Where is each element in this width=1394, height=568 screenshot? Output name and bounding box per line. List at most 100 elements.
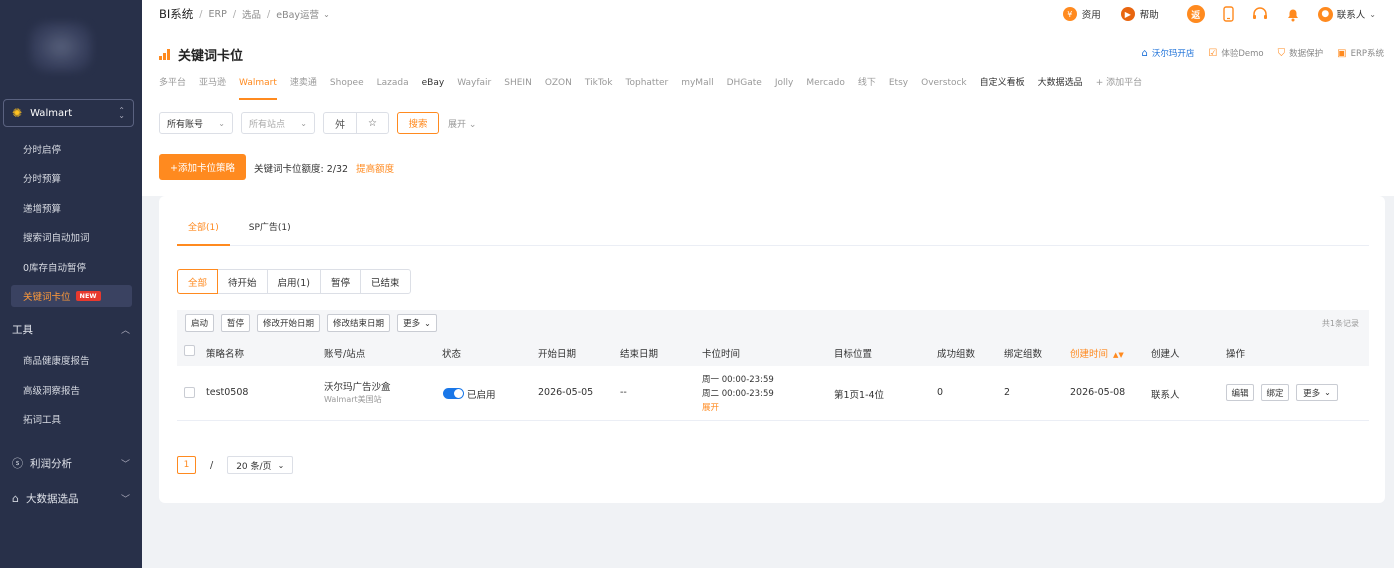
status-paused[interactable]: 暂停 [320,269,362,294]
table-header: 策略名称 账号/站点 状态 开始日期 结束日期 卡位时间 目标位置 成功组数 绑… [177,336,1369,366]
account-select[interactable]: 所有账号 ⌄ [159,112,233,134]
tab-dhgate[interactable]: DHGate [727,74,762,100]
tab-tiktok[interactable]: TikTok [585,74,613,100]
status-enabled[interactable]: 启用(1) [266,269,321,294]
tab-multi-platform[interactable]: 多平台 [159,74,186,100]
breadcrumb-selection[interactable]: 选品 [242,7,261,21]
sidebar-item-zero-stock-pause[interactable]: 0库存自动暂停 [11,256,132,278]
walmart-open-store-link[interactable]: ⌂ 沃尔玛开店 [1142,47,1195,60]
more-button[interactable]: 更多 ⌄ [397,314,437,332]
user-menu[interactable]: ● 联系人 ⌄ [1317,6,1376,22]
header-links: ⌂ 沃尔玛开店 ☑ 体验Demo ⛉ 数据保护 ▣ ERP系统 [1128,47,1384,60]
bind-button[interactable]: 绑定 [1261,384,1289,401]
col-target: 目标位置 [834,349,873,360]
chevron-down-icon: ⌄ [468,120,477,130]
start-button[interactable]: 启动 [185,314,215,332]
ad-type-tabs: 全部(1) SP广告(1) [177,214,1369,246]
tab-custom-board[interactable]: 自定义看板 [980,74,1025,100]
sidebar-item-keyword-tool[interactable]: 拓词工具 [11,408,132,430]
edit-end-date-button[interactable]: 修改结束日期 [327,314,391,332]
store-select[interactable]: ✺ Walmart ⌃ ⌄ [3,99,134,127]
phone-icon[interactable] [1223,6,1234,22]
tab-lazada[interactable]: Lazada [377,74,409,100]
rebate-button[interactable]: 返 [1186,5,1205,23]
erp-system-link[interactable]: ▣ ERP系统 [1337,47,1384,60]
search-button[interactable]: 搜索 [397,112,439,134]
sidebar-item-search-term-auto-add[interactable]: 搜索词自动加词 [11,226,132,248]
help-label: 帮助 [1139,10,1159,21]
tab-overstock[interactable]: Overstock [921,74,967,100]
tab-shein[interactable]: SHEIN [504,74,532,100]
select-all-checkbox[interactable] [184,345,195,356]
breadcrumb-erp[interactable]: ERP [208,9,226,20]
tab-jolly[interactable]: Jolly [775,74,794,100]
add-button-label: +添加卡位策略 [170,163,235,174]
pause-button[interactable]: 暂停 [221,314,251,332]
sidebar-item-insight-report[interactable]: 高级洞察报告 [11,379,132,401]
chevron-down-icon[interactable]: ⌄ [323,10,330,19]
strategy-card: 全部(1) SP广告(1) 全部 待开始 启用(1) 暂停 已结束 启动 暂停 … [159,196,1385,503]
sidebar-group-profit[interactable]: ⓢ 利润分析 ﹀ [0,451,142,475]
col-status: 状态 [442,349,462,360]
tab-mymall[interactable]: myMall [681,74,713,100]
breadcrumb-root[interactable]: BI系统 [159,6,193,22]
sidebar-item-timed-start-stop[interactable]: 分时启停 [11,138,132,160]
bag-icon: ⌂ [12,491,19,505]
site-select[interactable]: 所有站点 ⌄ [241,112,315,134]
tab-sp-ads[interactable]: SP广告(1) [238,214,302,246]
rebate-icon: 返 [1186,5,1205,23]
bell-icon[interactable] [1286,7,1300,22]
edit-button[interactable]: 编辑 [1226,384,1254,401]
headset-icon[interactable] [1252,6,1268,22]
tab-etsy[interactable]: Etsy [889,74,908,100]
sidebar-item-timed-budget[interactable]: 分时预算 [11,167,132,189]
page-number[interactable]: 1 [177,456,196,474]
status-ended[interactable]: 已结束 [360,269,411,294]
tab-bigdata-selection[interactable]: 大数据选品 [1038,74,1083,100]
raise-quota-link[interactable]: 提高额度 [356,164,394,175]
row-checkbox[interactable] [184,387,195,398]
breadcrumb-ebay[interactable]: eBay运营 [276,7,319,21]
sidebar-item-health-report[interactable]: 商品健康度报告 [11,349,132,371]
status-toggle[interactable] [443,388,464,399]
tab-walmart[interactable]: Walmart [239,74,277,100]
row-more-button[interactable]: 更多 ⌄ [1296,384,1338,401]
sidebar-item-label: 0库存自动暂停 [23,263,87,274]
add-platform-button[interactable]: + 添加平台 [1096,74,1142,100]
tab-shopee[interactable]: Shopee [330,74,364,100]
sidebar-group-tools[interactable]: 工具 ︿ [0,317,142,341]
tab-amazon[interactable]: 亚马逊 [199,74,226,100]
sidebar-group-bigdata[interactable]: ⌂ 大数据选品 ﹀ [0,486,142,510]
slot-time-expand-link[interactable]: 展开 [702,401,719,413]
status-pending[interactable]: 待开始 [217,269,268,294]
col-created-label: 创建时间 [1070,349,1109,360]
page-size-select[interactable]: 20 条/页 ⌄ [227,456,294,474]
expand-filters-button[interactable]: 展开 ⌄ [448,117,476,130]
edit-start-date-button[interactable]: 修改开始日期 [257,314,321,332]
sidebar-group-label: 大数据选品 [25,492,79,505]
fee-button[interactable]: ¥ 资用 [1062,7,1101,21]
tab-offline[interactable]: 线下 [858,74,876,100]
tab-tophatter[interactable]: Tophatter [626,74,669,100]
tab-wayfair[interactable]: Wayfair [457,74,491,100]
slot-time-2: 周二 00:00-23:59 [702,389,774,399]
tab-ozon[interactable]: OZON [545,74,572,100]
new-badge: NEW [75,291,101,301]
tab-mercado[interactable]: Mercado [806,74,845,100]
col-success: 成功组数 [937,349,976,360]
fee-label: 资用 [1081,10,1101,21]
sidebar-item-incremental-budget[interactable]: 递增预算 [11,197,132,219]
demo-link[interactable]: ☑ 体验Demo [1208,47,1263,60]
chevron-down-icon: ⌄ [1369,9,1376,19]
help-button[interactable]: ▶ 帮助 [1120,7,1159,21]
status-all[interactable]: 全部 [177,269,219,294]
tab-ebay[interactable]: eBay [422,74,445,100]
shop-view-icon[interactable]: ⾇ [324,113,356,133]
add-slot-strategy-button[interactable]: +添加卡位策略 [159,154,246,180]
col-created[interactable]: 创建时间 ▲▼ [1070,346,1124,360]
star-icon[interactable]: ☆ [356,113,388,133]
tab-all[interactable]: 全部(1) [177,214,230,246]
sidebar-item-keyword-slot[interactable]: 关键词卡位 NEW [11,285,132,307]
tab-aliexpress[interactable]: 速卖通 [290,74,317,100]
data-protection-link[interactable]: ⛉ 数据保护 [1278,47,1324,60]
